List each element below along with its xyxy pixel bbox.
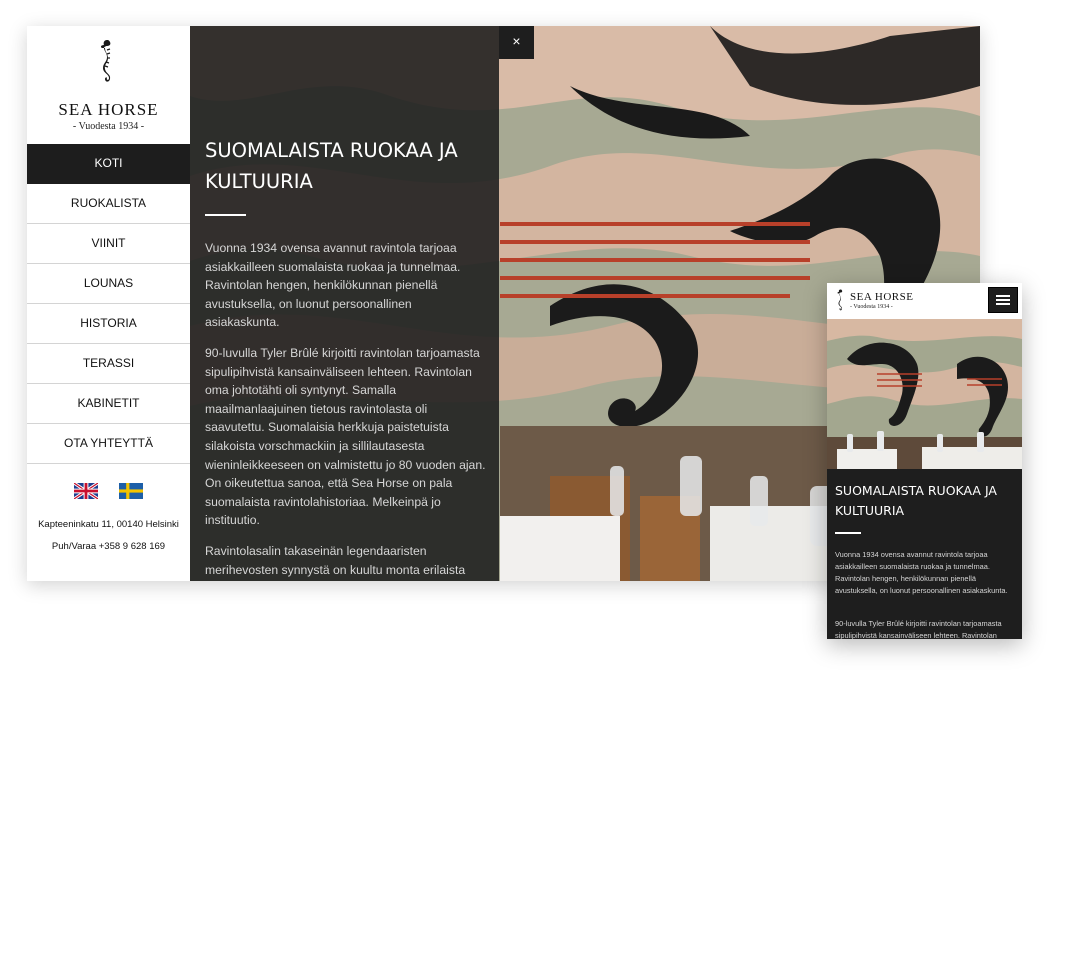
language-switcher: [27, 483, 190, 503]
article-title: SUOMALAISTA RUOKAA JA KULTUURIA: [205, 139, 458, 193]
content-panel: SUOMALAISTA RUOKAA JA KULTUURIA Vuonna 1…: [190, 26, 499, 581]
mobile-article-title: SUOMALAISTA RUOKAA JA KULTUURIA: [835, 483, 997, 518]
brand-name: SEA HORSE: [58, 100, 159, 119]
nav-item-ruokalista[interactable]: RUOKALISTA: [27, 184, 190, 224]
nav-item-lounas[interactable]: LOUNAS: [27, 264, 190, 304]
mobile-mockup: SEA HORSE - Vuodesta 1934 - SUOMALAISTA …: [827, 283, 1022, 639]
title-divider: [205, 214, 246, 216]
seahorse-logo-icon[interactable]: [836, 288, 846, 314]
nav-item-kabinetit[interactable]: KABINETIT: [27, 384, 190, 424]
mobile-article-paragraph-2: 90-luvulla Tyler Brûlé kirjoitti ravinto…: [835, 619, 1002, 639]
mobile-article-paragraph-1: Vuonna 1934 ovensa avannut ravintola tar…: [835, 550, 1008, 595]
nav-item-viinit[interactable]: VIINIT: [27, 224, 190, 264]
mobile-brand-name: SEA HORSE: [850, 291, 914, 303]
mobile-mural-image: [827, 319, 1022, 469]
sweden-flag-icon[interactable]: [119, 483, 143, 499]
seahorse-logo-icon: [100, 40, 111, 82]
mobile-title-divider: [835, 532, 861, 534]
nav-item-ota-yhteytta[interactable]: OTA YHTEYTTÄ: [27, 424, 190, 464]
article-paragraph-1: Vuonna 1934 ovensa avannut ravintola tar…: [205, 241, 461, 330]
nav-item-historia[interactable]: HISTORIA: [27, 304, 190, 344]
nav-item-terassi[interactable]: TERASSI: [27, 344, 190, 384]
article-paragraph-2: 90-luvulla Tyler Brûlé kirjoitti ravinto…: [205, 346, 486, 528]
hamburger-menu-button[interactable]: [988, 287, 1018, 313]
close-panel-button[interactable]: ×: [499, 26, 534, 59]
article-paragraph-3: Ravintolasalin takaseinän legendaaristen…: [205, 544, 466, 577]
main-nav: KOTI RUOKALISTA VIINIT LOUNAS HISTORIA T…: [27, 144, 190, 464]
contact-phone[interactable]: Puh/Varaa +358 9 628 169: [27, 541, 190, 552]
nav-item-koti[interactable]: KOTI: [27, 144, 190, 184]
site-logo[interactable]: SEA HORSE - Vuodesta 1934 -: [27, 26, 190, 144]
uk-flag-icon[interactable]: [74, 483, 98, 499]
contact-address: Kapteeninkatu 11, 00140 Helsinki: [38, 519, 179, 530]
close-icon: ×: [512, 33, 521, 49]
mobile-brand-tagline: - Vuodesta 1934 -: [850, 304, 893, 310]
hamburger-menu-icon: [996, 295, 1010, 297]
mobile-header: SEA HORSE - Vuodesta 1934 -: [827, 283, 1022, 319]
brand-tagline: - Vuodesta 1934 -: [72, 121, 145, 132]
sidebar: SEA HORSE - Vuodesta 1934 - KOTI RUOKALI…: [27, 26, 191, 581]
